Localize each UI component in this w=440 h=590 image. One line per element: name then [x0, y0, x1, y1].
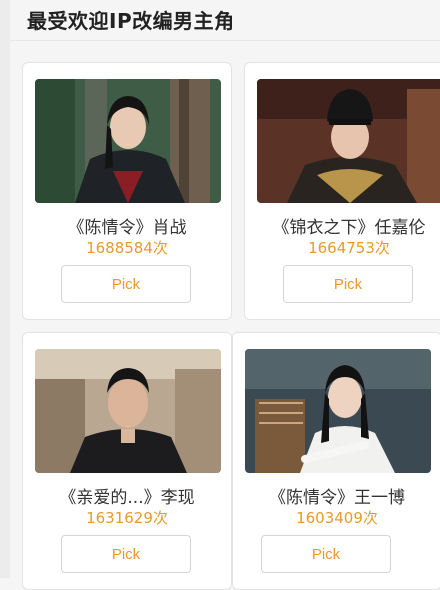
- vote-count: 1631629次: [86, 509, 168, 527]
- title-divider: [10, 40, 440, 41]
- candidate-photo: [35, 79, 221, 203]
- vote-count: 1688584次: [86, 239, 168, 257]
- candidate-card-2: 《锦衣之下》任嘉伦 1664753次 Pick: [244, 62, 440, 320]
- candidate-card-4: 《陈情令》王一博 1603409次 Pick: [232, 332, 440, 590]
- vote-count: 1664753次: [308, 239, 390, 257]
- pick-button[interactable]: Pick: [283, 265, 413, 303]
- candidate-photo: [245, 349, 431, 473]
- page-left-strip: [0, 0, 10, 578]
- candidate-card-3: 《亲爱的...》李现 1631629次 Pick: [22, 332, 232, 590]
- pick-button[interactable]: Pick: [61, 535, 191, 573]
- candidate-photo: [35, 349, 221, 473]
- candidate-photo: [257, 79, 440, 203]
- candidate-card-1: 《陈情令》肖战 1688584次 Pick: [22, 62, 232, 320]
- candidate-name: 《亲爱的...》李现: [59, 488, 195, 508]
- vote-count: 1603409次: [296, 509, 378, 527]
- pick-button[interactable]: Pick: [61, 265, 191, 303]
- candidate-name: 《陈情令》肖战: [67, 218, 187, 238]
- candidate-name: 《陈情令》王一博: [269, 488, 405, 508]
- page-title: 最受欢迎IP改编男主角: [27, 9, 235, 33]
- candidate-name: 《锦衣之下》任嘉伦: [272, 218, 426, 238]
- pick-button[interactable]: Pick: [261, 535, 391, 573]
